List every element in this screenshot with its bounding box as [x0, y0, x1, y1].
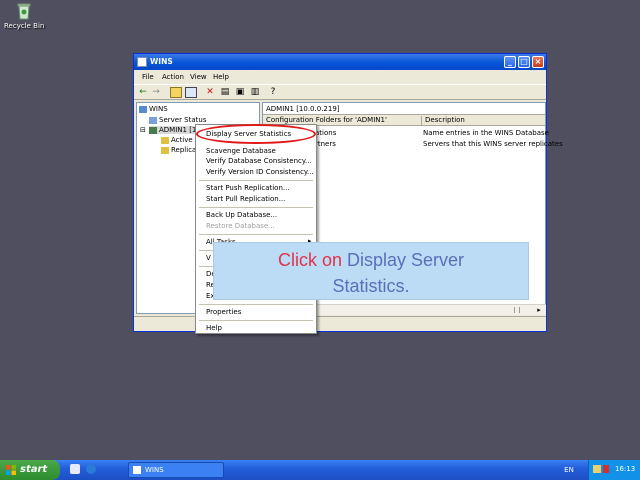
instruction-callout: Click on Display Server Statistics.	[213, 242, 529, 300]
tree-item-server-status[interactable]: Server Status	[149, 116, 207, 124]
tree-item-replication-partners[interactable]: Replica	[161, 146, 196, 154]
help-icon[interactable]: ?	[267, 87, 279, 98]
start-button[interactable]: start	[0, 460, 60, 480]
show-desktop-icon[interactable]	[70, 464, 80, 474]
menu-item-view[interactable]: V	[206, 254, 211, 262]
wins-app-icon	[137, 57, 147, 67]
details-header: ADMIN1 [10.0.0.219]	[263, 103, 545, 115]
close-button[interactable]: ×	[532, 56, 544, 68]
menu-item-verify-database-consistency[interactable]: Verify Database Consistency...	[206, 157, 312, 165]
wins-node-icon	[139, 105, 147, 113]
menu-item-properties[interactable]: Properties	[206, 308, 241, 316]
callout-target-text: Display Server	[347, 250, 465, 270]
recycle-bin-desktop-icon[interactable]: Recycle Bin	[4, 2, 44, 30]
column-header-description[interactable]: Description	[421, 116, 465, 125]
folder-icon	[161, 146, 169, 154]
properties-icon[interactable]: ▤	[219, 87, 231, 98]
back-arrow-icon[interactable]: ←	[137, 87, 149, 98]
server-status-icon	[149, 116, 157, 124]
windows-flag-icon	[6, 465, 16, 475]
toolbar: ← → ✕ ▤ ▣ ▥ ?	[134, 84, 546, 100]
window-title: WINS	[150, 57, 173, 66]
tree-item-active-registrations[interactable]: Active	[161, 136, 193, 144]
menu-item-back-up-database[interactable]: Back Up Database...	[206, 211, 277, 219]
recycle-bin-label: Recycle Bin	[4, 22, 45, 30]
menu-separator	[199, 320, 313, 321]
callout-action-text: Click on	[277, 250, 342, 270]
recycle-bin-icon	[15, 2, 33, 20]
refresh-icon[interactable]: ▣	[234, 87, 246, 98]
maximize-button[interactable]: □	[518, 56, 530, 68]
row-name[interactable]: ations	[315, 129, 336, 137]
row-description: Servers that this WINS server replicates	[423, 140, 563, 148]
callout-target-text-line2: Statistics.	[332, 276, 410, 296]
minimize-button[interactable]: _	[504, 56, 516, 68]
context-menu: Display Server Statistics Scavenge Datab…	[195, 124, 317, 334]
internet-explorer-icon[interactable]	[86, 464, 96, 474]
language-indicator[interactable]: EN	[560, 464, 578, 476]
show-tree-icon[interactable]	[185, 87, 197, 98]
server-icon	[149, 126, 157, 134]
menu-bar: File Action View Help	[134, 70, 546, 84]
menu-separator	[199, 207, 313, 208]
clock[interactable]: 16:13	[615, 465, 635, 473]
menu-help[interactable]: Help	[213, 73, 229, 81]
network-icon[interactable]	[593, 465, 601, 473]
title-bar[interactable]: WINS _ □ ×	[134, 54, 546, 70]
tree-item-wins[interactable]: WINS	[139, 105, 168, 113]
wins-app-icon	[133, 466, 141, 474]
menu-item-scavenge-database[interactable]: Scavenge Database	[206, 147, 276, 155]
up-folder-icon[interactable]	[170, 87, 182, 98]
menu-action[interactable]: Action	[162, 73, 184, 81]
start-label: start	[20, 464, 48, 475]
volume-icon[interactable]	[603, 465, 609, 473]
menu-item-start-pull-replication[interactable]: Start Pull Replication...	[206, 195, 285, 203]
highlight-ellipse	[196, 124, 316, 144]
taskbar: start WINS EN 16:13	[0, 460, 640, 480]
menu-separator	[199, 234, 313, 235]
menu-separator	[199, 180, 313, 181]
export-list-icon[interactable]: ▥	[249, 87, 261, 98]
column-header-folders[interactable]: Configuration Folders for 'ADMIN1'	[266, 116, 387, 124]
menu-item-verify-version-id-consistency[interactable]: Verify Version ID Consistency...	[206, 168, 314, 176]
menu-item-start-push-replication[interactable]: Start Push Replication...	[206, 184, 290, 192]
tree-expand-toggle[interactable]: ⊟	[140, 126, 146, 134]
menu-view[interactable]: View	[190, 73, 207, 81]
menu-item-help[interactable]: Help	[206, 324, 222, 332]
folder-icon	[161, 136, 169, 144]
scroll-right-icon[interactable]: ▸	[534, 305, 544, 315]
menu-separator	[199, 304, 313, 305]
forward-arrow-icon[interactable]: →	[150, 87, 162, 98]
delete-icon[interactable]: ✕	[204, 87, 216, 98]
row-description: Name entries in the WINS Database	[423, 129, 549, 137]
menu-file[interactable]: File	[142, 73, 154, 81]
taskbar-button-wins[interactable]: WINS	[128, 462, 224, 478]
row-name[interactable]: rtners	[315, 140, 336, 148]
system-tray: 16:13	[588, 460, 640, 480]
menu-item-restore-database: Restore Database...	[206, 222, 275, 230]
tree-item-admin1[interactable]: ADMIN1 [1	[149, 126, 199, 134]
scroll-thumb[interactable]	[514, 307, 520, 313]
